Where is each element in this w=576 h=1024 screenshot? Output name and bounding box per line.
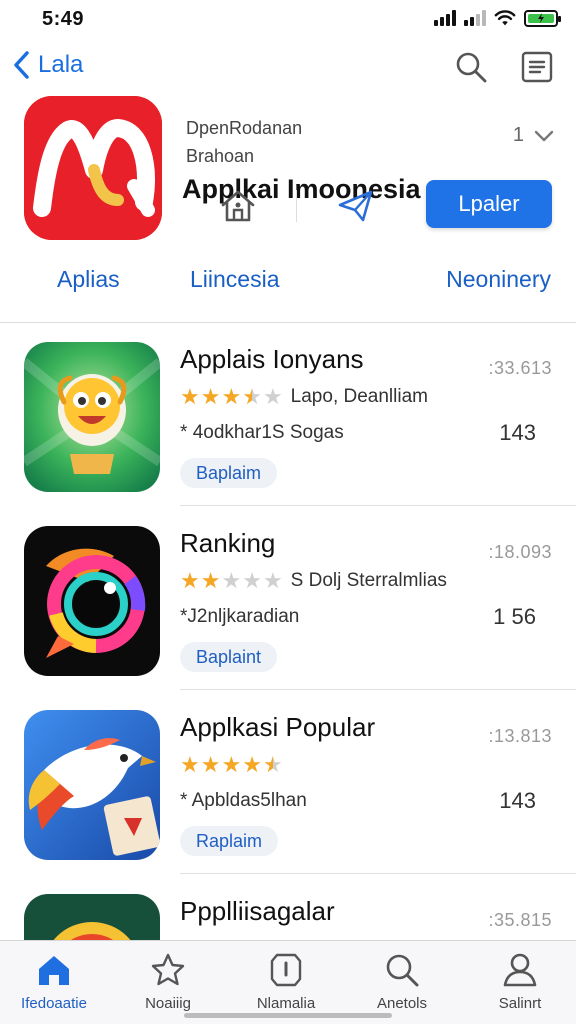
get-button[interactable]: Baplaint xyxy=(180,642,278,672)
home-icon xyxy=(39,956,69,985)
list-item[interactable]: Applkasi Popular :13.813 ★ ★ ★ ★ ★ * Apbldas… xyxy=(0,692,576,874)
navigation-bar: Lala xyxy=(0,44,576,90)
status-icons xyxy=(434,9,561,27)
update-button[interactable]: Lpaler xyxy=(426,180,552,228)
search-icon[interactable] xyxy=(454,50,488,84)
star-mark: ★ xyxy=(262,752,283,777)
row-divider xyxy=(180,505,576,506)
app-icon-bird xyxy=(24,710,160,860)
app-logo-icon xyxy=(24,96,162,240)
rating-label: Lapo, Deanlliam xyxy=(290,386,428,407)
section-tab-3[interactable]: Neoninery xyxy=(446,266,551,293)
tab-label: Ifedoaatie xyxy=(21,995,87,1012)
person-icon xyxy=(503,953,537,987)
cellular-signal-icon xyxy=(434,10,456,26)
star-mark: ★ xyxy=(242,384,262,409)
app-action-row: Lpaler xyxy=(186,178,556,234)
badge-icon xyxy=(270,953,302,987)
tab-label: Salinrt xyxy=(498,995,542,1012)
tab-label: Anetols xyxy=(376,995,428,1012)
version-select[interactable]: 1 xyxy=(513,124,554,147)
house-icon[interactable] xyxy=(218,186,258,226)
get-button[interactable]: Raplaim xyxy=(180,826,279,856)
app-rating: ★ ★ ★ ★ ★ S Dolj Sterralmlias xyxy=(180,570,447,592)
app-icon-chat-ring xyxy=(24,526,160,676)
star-mark: ★ xyxy=(200,384,221,409)
tab-home[interactable]: Ifedoaatie xyxy=(4,951,104,1012)
star-mark: ★ xyxy=(242,568,262,593)
app-count: 143 xyxy=(499,788,536,813)
row-divider xyxy=(180,689,576,690)
star-rating: ★★★★★ xyxy=(180,570,283,592)
row-divider xyxy=(180,873,576,874)
star-mark: ★ xyxy=(180,384,200,409)
rating-label: S Dolj Sterralmlias xyxy=(290,570,447,591)
app-meta: *J2nljkaradian xyxy=(180,606,300,627)
star-mark: ★ xyxy=(221,384,242,409)
tab-updates[interactable]: Nlamalia xyxy=(236,951,336,1012)
section-tab-1[interactable]: Aplias xyxy=(57,266,120,293)
app-developer: DpenRodanan xyxy=(186,118,303,138)
app-header: Applkai Imoonesia DpenRodanan Brahoan 1 … xyxy=(0,96,576,246)
send-icon[interactable] xyxy=(336,186,376,226)
app-size: :18.093 xyxy=(488,542,552,562)
tab-bar: Ifedoaatie Noaiiig Nlamalia Anetols Sali… xyxy=(0,940,576,1024)
cellular-signal-secondary-icon xyxy=(464,10,486,26)
app-title: Applkasi Popular xyxy=(180,712,376,742)
status-bar: 5:49 xyxy=(0,0,576,40)
star-rating: ★★★★★ xyxy=(180,386,283,408)
app-size: :35.815 xyxy=(488,910,552,930)
chevron-left-icon xyxy=(14,51,29,79)
list-item[interactable]: Applais Ionyans :33.613 ★ ★ ★ ★ ★ Lapo, Dean… xyxy=(0,324,576,506)
battery-icon xyxy=(524,9,561,27)
tab-label: Nlamalia xyxy=(256,995,316,1012)
wifi-icon xyxy=(494,10,516,26)
star-rating: ★★★★★ xyxy=(180,754,283,776)
section-tabs: Aplias Liincesia Neoninery xyxy=(0,262,576,302)
star-mark: ★ xyxy=(242,752,262,777)
app-count: 143 xyxy=(499,420,536,445)
chevron-down-icon xyxy=(534,130,554,141)
app-rating: ★★★★★ xyxy=(180,754,291,776)
app-meta: * 4odkhar1S Sogas xyxy=(180,422,344,443)
app-category: Brahoan xyxy=(186,146,255,166)
app-meta: * Apbldas5lhan xyxy=(180,790,307,811)
star-mark: ★ xyxy=(200,568,221,593)
app-size: :13.813 xyxy=(488,726,552,746)
home-indicator xyxy=(184,1013,392,1018)
app-title: Ranking xyxy=(180,528,276,558)
app-title: Ppplliisagalar xyxy=(180,896,335,926)
status-time: 5:49 xyxy=(42,8,85,30)
list-icon[interactable] xyxy=(520,50,554,84)
app-title: Applais Ionyans xyxy=(180,344,364,374)
star-mark: ★ xyxy=(221,752,242,777)
app-count: 1 56 xyxy=(493,604,536,629)
star-mark: ★ xyxy=(200,752,221,777)
back-label: Lala xyxy=(38,51,84,78)
tab-account[interactable]: Salinrt xyxy=(470,951,570,1012)
action-divider xyxy=(296,190,297,222)
section-tab-2[interactable]: Liincesia xyxy=(190,266,280,293)
list-item[interactable]: Ranking :18.093 ★ ★ ★ ★ ★ S Dolj Sterralmlia… xyxy=(0,508,576,690)
star-mark: ★ xyxy=(221,568,242,593)
app-rating: ★ ★ ★ ★ ★ Lapo, Deanlliam xyxy=(180,386,428,408)
tab-search[interactable]: Anetols xyxy=(352,951,452,1012)
star-mark: ★ xyxy=(180,752,200,777)
star-icon xyxy=(151,953,185,986)
star-mark: ★ xyxy=(262,384,283,409)
back-button[interactable]: Lala xyxy=(12,50,83,80)
version-value: 1 xyxy=(512,124,524,146)
star-mark: ★ xyxy=(262,568,283,593)
get-button[interactable]: Baplaim xyxy=(180,458,278,488)
star-mark: ★ xyxy=(180,568,200,593)
app-size: :33.613 xyxy=(488,358,552,378)
tab-label: Noaiiig xyxy=(145,995,191,1012)
search-icon xyxy=(386,954,419,987)
app-icon-emoji-mascot xyxy=(24,342,160,492)
tab-featured[interactable]: Noaiiig xyxy=(118,951,218,1012)
section-divider xyxy=(0,322,576,323)
